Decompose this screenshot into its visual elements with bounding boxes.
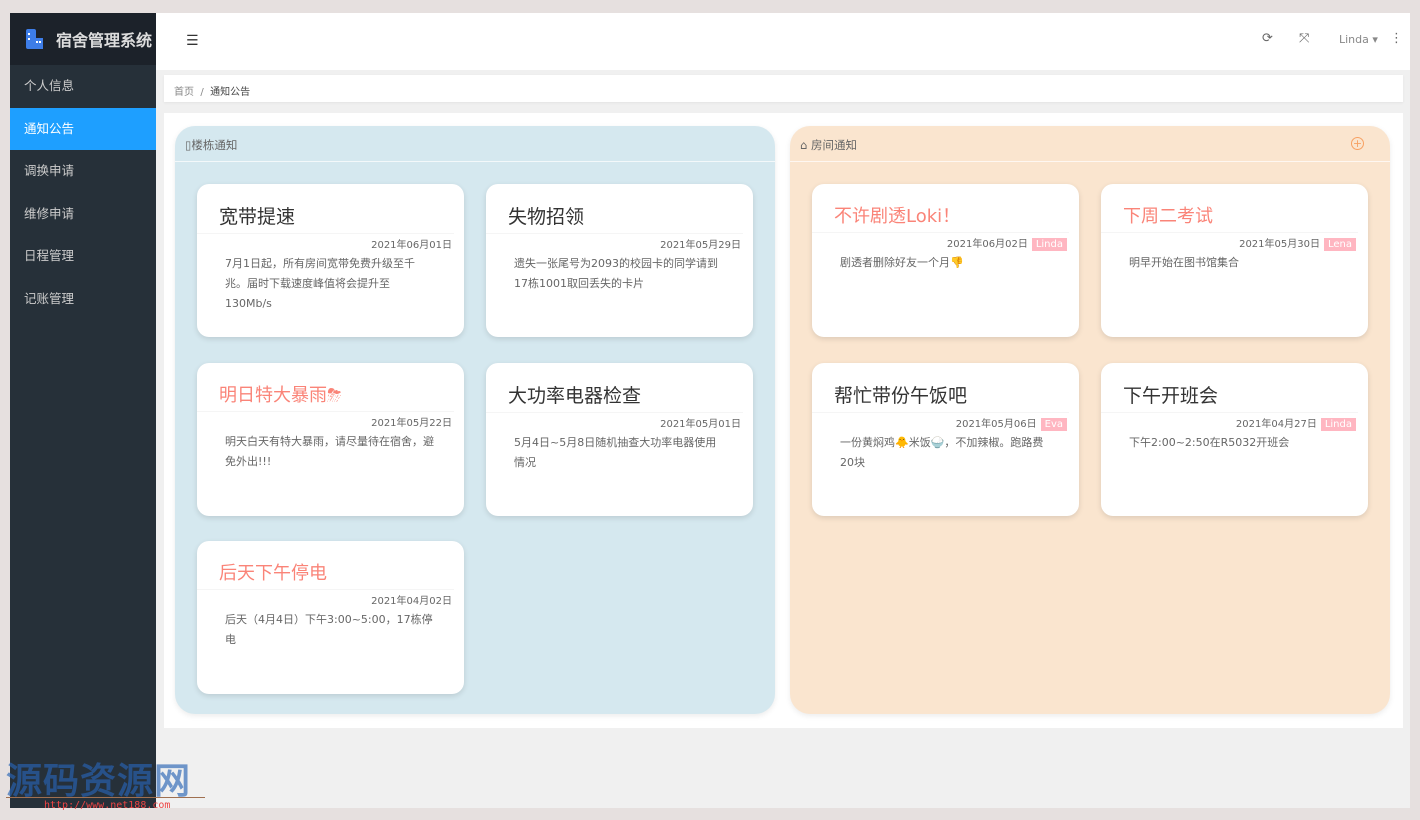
- notice-body: 剧透者删除好友一个月👎: [812, 251, 1079, 273]
- notice-body: 遗失一张尾号为2093的校园卡的同学请到17栋1001取回丢失的卡片: [486, 252, 753, 294]
- notice-title: 帮忙带份午饭吧: [812, 363, 1069, 413]
- logo: 宿舍管理系统: [10, 13, 156, 65]
- building-icon: [24, 28, 44, 50]
- sidebar-item[interactable]: 日程管理: [10, 235, 156, 278]
- notice-title: 不许剧透Loki！: [812, 184, 1069, 233]
- notice-card[interactable]: 宽带提速 2021年06月01日 7月1日起，所有房间宽带免费升级至千兆。届时下…: [197, 184, 464, 337]
- notice-card[interactable]: 后天下午停电 2021年04月02日 后天（4月4日）下午3:00~5:00，1…: [197, 541, 464, 694]
- notice-card[interactable]: 帮忙带份午饭吧 2021年05月06日 Eva 一份黄焖鸡🐥米饭🍚，不加辣椒。跑路…: [812, 363, 1079, 516]
- fullscreen-icon[interactable]: ⤧: [1299, 31, 1309, 46]
- notice-date: 2021年05月01日: [660, 419, 741, 430]
- sidebar-item[interactable]: 维修申请: [10, 193, 156, 236]
- notice-card[interactable]: 不许剧透Loki！ 2021年06月02日 Linda 剧透者删除好友一个月👎: [812, 184, 1079, 337]
- notice-title: 下午开班会: [1101, 363, 1358, 413]
- user-name: Linda: [1339, 33, 1369, 46]
- add-notice-button[interactable]: +: [1351, 137, 1364, 150]
- breadcrumb-separator: /: [200, 87, 203, 98]
- notice-body: 明早开始在图书馆集合: [1101, 251, 1368, 273]
- notice-title: 下周二考试: [1101, 184, 1358, 233]
- notice-title: 大功率电器检查: [486, 363, 743, 413]
- notice-title: 宽带提速: [197, 184, 454, 234]
- sidebar-item[interactable]: 调换申请: [10, 150, 156, 193]
- notice-date: 2021年05月06日: [956, 419, 1037, 430]
- notice-body: 后天（4月4日）下午3:00~5:00，17栋停电: [197, 608, 464, 650]
- notice-date: 2021年06月01日: [371, 240, 452, 251]
- notice-card[interactable]: 失物招领 2021年05月29日 遗失一张尾号为2093的校园卡的同学请到17栋…: [486, 184, 753, 337]
- sidebar: 宿舍管理系统 个人信息通知公告调换申请维修申请日程管理记账管理: [10, 13, 156, 808]
- notice-date: 2021年05月29日: [660, 240, 741, 251]
- notice-card[interactable]: 下午开班会 2021年04月27日 Linda 下午2:00~2:50在R5032…: [1101, 363, 1368, 516]
- notice-body: 一份黄焖鸡🐥米饭🍚，不加辣椒。跑路费20块: [812, 431, 1079, 473]
- author-badge: Linda: [1321, 418, 1356, 431]
- watermark-divider: [6, 797, 205, 798]
- breadcrumb-home[interactable]: 首页: [174, 87, 194, 98]
- breadcrumb: 首页 / 通知公告: [164, 75, 1403, 102]
- more-icon[interactable]: ⋮: [1390, 31, 1403, 46]
- caret-down-icon: ▾: [1372, 33, 1378, 46]
- refresh-icon[interactable]: ⟳: [1262, 31, 1273, 46]
- notice-date: 2021年04月02日: [371, 596, 452, 607]
- notice-title: 明日特大暴雨⛈: [197, 363, 454, 412]
- notice-date: 2021年04月27日: [1236, 419, 1317, 430]
- app-title: 宿舍管理系统: [56, 27, 152, 51]
- room-notice-panel: ⌂ 房间通知 + 不许剧透Loki！ 2021年06月02日 Linda 剧透者删…: [790, 126, 1390, 714]
- author-badge: Linda: [1032, 238, 1067, 251]
- notice-body: 下午2:00~2:50在R5032开班会: [1101, 431, 1368, 453]
- notice-date: 2021年05月22日: [371, 418, 452, 429]
- notice-card[interactable]: 下周二考试 2021年05月30日 Lena 明早开始在图书馆集合: [1101, 184, 1368, 337]
- top-header: ☰ ⟳ ⤧ Linda ▾ ⋮: [156, 13, 1410, 70]
- notice-card[interactable]: 明日特大暴雨⛈ 2021年05月22日 明天白天有特大暴雨，请尽量待在宿舍，避免…: [197, 363, 464, 516]
- notice-body: 明天白天有特大暴雨，请尽量待在宿舍，避免外出!!!: [197, 430, 464, 472]
- notice-date: 2021年06月02日: [947, 239, 1028, 250]
- panel-title: 房间通知: [811, 138, 857, 152]
- panel-title: 楼栋通知: [191, 138, 237, 152]
- author-badge: Eva: [1041, 418, 1067, 431]
- author-badge: Lena: [1324, 238, 1356, 251]
- notice-card[interactable]: 大功率电器检查 2021年05月01日 5月4日~5月8日随机抽查大功率电器使用…: [486, 363, 753, 516]
- content-area: ▯楼栋通知 宽带提速 2021年06月01日 7月1日起，所有房间宽带免费升级至…: [164, 113, 1403, 728]
- sidebar-item[interactable]: 记账管理: [10, 278, 156, 321]
- menu-toggle-icon[interactable]: ☰: [186, 33, 199, 49]
- sidebar-item[interactable]: 通知公告: [10, 108, 156, 151]
- home-icon: ⌂: [800, 138, 807, 152]
- user-menu[interactable]: Linda ▾: [1339, 33, 1378, 46]
- notice-date: 2021年05月30日: [1239, 239, 1320, 250]
- notice-body: 5月4日~5月8日随机抽查大功率电器使用情况: [486, 431, 753, 473]
- watermark-url: http://www.net188.com: [44, 800, 170, 811]
- app-frame: 宿舍管理系统 个人信息通知公告调换申请维修申请日程管理记账管理 ☰ ⟳ ⤧ Li…: [10, 13, 1410, 808]
- notice-title: 失物招领: [486, 184, 743, 234]
- notice-title: 后天下午停电: [197, 541, 454, 590]
- breadcrumb-current: 通知公告: [210, 87, 250, 98]
- notice-body: 7月1日起，所有房间宽带免费升级至千兆。届时下载速度峰值将会提升至130Mb/s: [197, 252, 464, 314]
- building-notice-panel: ▯楼栋通知 宽带提速 2021年06月01日 7月1日起，所有房间宽带免费升级至…: [175, 126, 775, 714]
- sidebar-item[interactable]: 个人信息: [10, 65, 156, 108]
